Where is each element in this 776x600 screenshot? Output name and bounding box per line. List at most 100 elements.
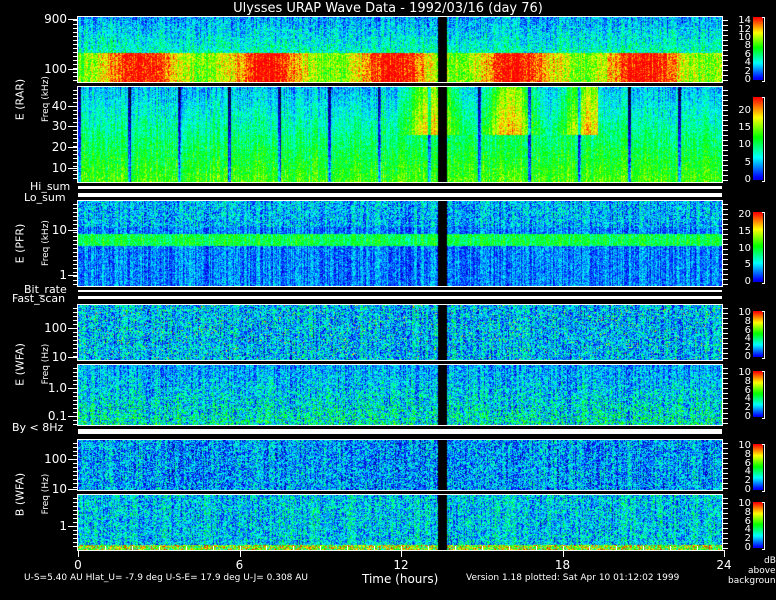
y-tick-label: 10 <box>51 160 67 175</box>
x-minor-tick <box>697 546 699 550</box>
y-minor-tick <box>73 352 78 353</box>
y-minor-tick <box>73 336 78 337</box>
y-minor-tick-right <box>723 548 728 549</box>
y-minor-tick-right <box>723 378 728 379</box>
y-tick-label: 1.0 <box>47 380 67 395</box>
y-minor-tick <box>73 284 78 285</box>
y-minor-tick <box>73 134 78 135</box>
colorbar-tick-label: 10 <box>738 307 751 319</box>
x-tick-label: 18 <box>554 558 571 572</box>
y-minor-tick <box>73 276 78 277</box>
ephemeris-text: U-S=5.40 AU Hlat_U= -7.9 deg U-S-E= 17.9… <box>24 573 309 583</box>
y-minor-tick <box>73 332 78 333</box>
x-minor-tick <box>239 546 241 550</box>
y-minor-tick-right <box>723 170 728 171</box>
y-minor-tick-right <box>723 543 728 544</box>
y-minor-tick-right <box>723 95 728 96</box>
y-minor-tick-right <box>723 403 728 404</box>
x-minor-tick <box>508 546 510 550</box>
y-minor-tick-right <box>723 333 728 334</box>
y-minor-tick <box>73 52 78 53</box>
x-tick-mark <box>401 550 402 557</box>
y-minor-tick <box>73 48 78 49</box>
colorbar-frame <box>762 502 765 550</box>
x-minor-tick <box>535 546 537 550</box>
y-minor-tick <box>73 280 78 281</box>
y-minor-tick-right <box>723 318 728 319</box>
y-minor-tick <box>73 60 78 61</box>
y-minor-tick-right <box>723 65 728 66</box>
panel-frame-wfa-b-high <box>77 439 723 491</box>
y-minor-tick-right <box>723 115 728 116</box>
y-minor-tick-right <box>723 523 728 524</box>
x-minor-tick <box>320 546 322 550</box>
y-minor-tick <box>73 487 78 488</box>
panel-frame-wfa-b-low <box>77 494 723 551</box>
y-minor-tick <box>73 220 78 221</box>
y-tick-label: 10 <box>51 481 67 496</box>
lo-sum-strip <box>78 193 722 197</box>
x-tick-label: 12 <box>393 558 409 572</box>
x-tick-mark <box>724 550 725 557</box>
y-minor-tick <box>73 106 78 107</box>
y-minor-tick <box>73 80 78 81</box>
y-minor-tick-right <box>723 478 728 479</box>
y-minor-tick <box>73 451 78 452</box>
y-minor-tick <box>73 68 78 69</box>
y-minor-tick-right <box>723 343 728 344</box>
panel-frame-rar-high <box>77 16 723 83</box>
x-minor-tick <box>616 546 618 550</box>
y-minor-tick <box>73 248 78 249</box>
y-minor-tick <box>73 526 78 527</box>
y-minor-tick <box>73 356 78 357</box>
x-minor-tick <box>481 546 483 550</box>
y-minor-tick-right <box>723 269 728 270</box>
panel-label-pfr: E (PFR) <box>13 223 27 263</box>
y-minor-tick-right <box>723 388 728 389</box>
y-minor-tick <box>73 240 78 241</box>
y-minor-tick <box>73 312 78 313</box>
y-minor-tick-right <box>723 160 728 161</box>
x-minor-tick <box>347 546 349 550</box>
y-minor-tick-right <box>723 20 728 21</box>
colorbar-tick-label: 10 <box>738 139 751 151</box>
y-minor-tick <box>73 424 78 425</box>
y-minor-tick-right <box>723 443 728 444</box>
y-minor-tick <box>73 502 78 503</box>
x-tick-mark <box>239 550 241 557</box>
y-minor-tick <box>73 122 78 123</box>
y-minor-tick-right <box>723 219 728 220</box>
y-minor-tick <box>73 420 78 421</box>
y-minor-tick-right <box>723 348 728 349</box>
colorbar-tick-label: 5 <box>744 156 751 168</box>
y-minor-tick-right <box>723 239 728 240</box>
x-minor-tick <box>427 546 429 550</box>
y-minor-tick <box>73 264 78 265</box>
x-minor-tick <box>293 546 295 550</box>
colorbar-frame <box>762 371 765 419</box>
y-minor-tick-right <box>723 140 728 141</box>
y-tick-mark <box>68 167 78 169</box>
x-minor-tick <box>589 546 591 550</box>
y-minor-tick <box>73 384 78 385</box>
y-minor-tick-right <box>723 533 728 534</box>
panel-frame-pfr <box>77 200 723 287</box>
y-minor-tick <box>73 522 78 523</box>
y-minor-tick <box>73 166 78 167</box>
colorbar-tick-label: 0 <box>744 174 751 185</box>
y-minor-tick-right <box>723 398 728 399</box>
y-minor-tick-right <box>723 528 728 529</box>
y-minor-tick <box>73 328 78 329</box>
colorbar-tick-label: 20 <box>738 209 751 221</box>
by-strip <box>78 429 722 434</box>
y-minor-tick-right <box>723 473 728 474</box>
y-minor-tick <box>73 510 78 511</box>
y-minor-tick-right <box>723 234 728 235</box>
y-minor-tick <box>73 244 78 245</box>
y-minor-tick <box>73 514 78 515</box>
y-minor-tick <box>73 408 78 409</box>
y-minor-tick-right <box>723 383 728 384</box>
y-tick-label: 1 <box>59 268 67 282</box>
y-minor-tick <box>73 228 78 229</box>
y-minor-tick <box>73 483 78 484</box>
